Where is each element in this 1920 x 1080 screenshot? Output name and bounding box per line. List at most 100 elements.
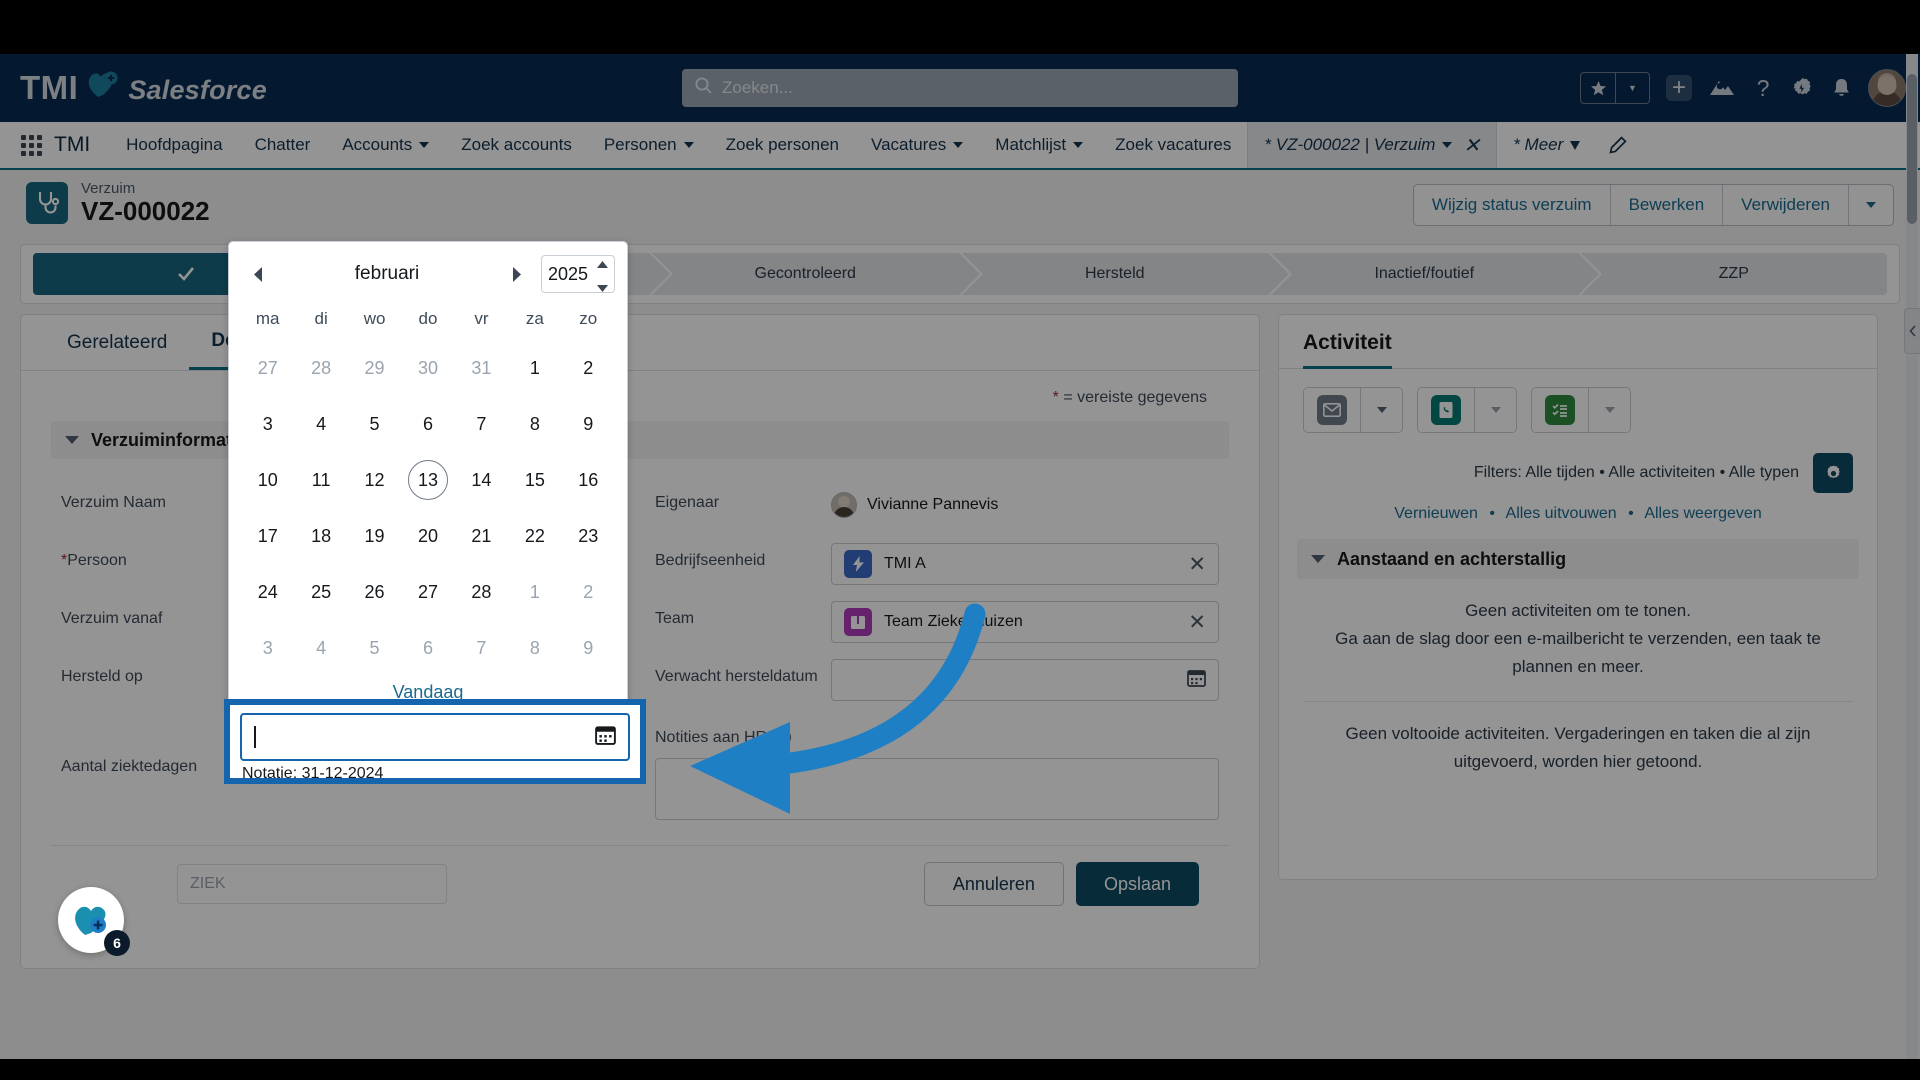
bewerken-button[interactable]: Bewerken [1611,185,1724,225]
datepicker-day[interactable]: 12 [348,452,401,508]
datepicker-day[interactable]: 31 [455,340,508,396]
calendar-icon[interactable] [595,724,616,750]
path-stage-hersteld[interactable]: Hersteld [961,253,1292,295]
year-increment-icon[interactable] [597,252,608,273]
log-call-dropdown-button[interactable] [1474,388,1516,432]
help-icon[interactable]: ? [1752,75,1774,101]
clear-x-icon[interactable]: ✕ [1188,610,1206,635]
datepicker-day[interactable]: 20 [401,508,454,564]
wijzig-status-verzuim-button[interactable]: Wijzig status verzuim [1414,185,1611,225]
datepicker-day[interactable]: 22 [508,508,561,564]
pencil-icon[interactable] [1590,122,1645,168]
datepicker-day[interactable]: 3 [241,396,294,452]
datepicker-day[interactable]: 28 [455,564,508,620]
lookup-bedrijfseenheid[interactable]: TMI A ✕ [831,543,1219,585]
page-scrollbar[interactable] [1906,54,1918,1059]
nav-tab-active-verzuim[interactable]: * VZ-000022 | Verzuim ✕ [1247,122,1498,168]
datepicker-day[interactable]: 10 [241,452,294,508]
textarea-notities-aan-hr[interactable] [655,758,1219,820]
field-value[interactable]: Vivianne Pannevis [867,496,998,514]
datepicker-day[interactable]: 6 [401,396,454,452]
datepicker-day[interactable]: 3 [241,620,294,676]
nav-item-accounts[interactable]: Accounts [326,122,445,168]
datepicker-day[interactable]: 1 [508,340,561,396]
datepicker-day[interactable]: 30 [401,340,454,396]
new-task-dropdown-button[interactable] [1588,388,1630,432]
datepicker-day[interactable]: 11 [294,452,347,508]
verwijderen-button[interactable]: Verwijderen [1723,185,1849,225]
datepicker-day[interactable]: 27 [241,340,294,396]
gear-icon[interactable] [1813,453,1853,493]
datepicker-day[interactable]: 16 [562,452,615,508]
datepicker-day[interactable]: 9 [562,396,615,452]
setup-assistant-icon[interactable] [1708,76,1736,100]
datepicker-day[interactable]: 8 [508,396,561,452]
health-check-fab[interactable]: 6 [58,887,130,956]
datepicker-day[interactable]: 19 [348,508,401,564]
datepicker-day[interactable]: 29 [348,340,401,396]
datepicker-day[interactable]: 28 [294,340,347,396]
previous-month-icon[interactable] [241,257,275,291]
notifications-bell-icon[interactable] [1831,77,1852,100]
nav-tab-more[interactable]: * Meer [1497,122,1590,168]
section-aanstaand-en-achterstallig[interactable]: Aanstaand en achterstallig [1297,539,1859,579]
datepicker-day[interactable]: 8 [508,620,561,676]
nav-item-hoofdpagina[interactable]: Hoofdpagina [110,122,238,168]
global-search-input[interactable]: Zoeken... [682,69,1238,107]
datepicker-day[interactable]: 7 [455,620,508,676]
datepicker-year-select[interactable]: 2025 [541,255,615,293]
scrollbar-thumb[interactable] [1907,74,1917,224]
cancel-button[interactable]: Annuleren [923,862,1064,906]
datepicker-day[interactable]: 2 [562,564,615,620]
record-actions-more-button[interactable] [1849,185,1893,225]
datepicker-day[interactable]: 21 [455,508,508,564]
datepicker-day[interactable]: 18 [294,508,347,564]
nav-item-vacatures[interactable]: Vacatures [855,122,979,168]
link-vernieuwen[interactable]: Vernieuwen [1394,505,1478,522]
datepicker-day[interactable]: 5 [348,620,401,676]
datepicker-day[interactable]: 17 [241,508,294,564]
chevron-down-icon[interactable] [1442,142,1453,148]
favorites-star-icon[interactable] [1581,73,1615,103]
datepicker-day[interactable]: 14 [455,452,508,508]
collapse-panel-toggle[interactable] [1904,308,1920,354]
datepicker-day[interactable]: 1 [508,564,561,620]
datepicker-day[interactable]: 27 [401,564,454,620]
datepicker-day[interactable]: 26 [348,564,401,620]
nav-item-chatter[interactable]: Chatter [239,122,327,168]
close-icon[interactable]: ✕ [1463,133,1480,158]
nav-item-matchlijst[interactable]: Matchlijst [979,122,1099,168]
info-icon[interactable]: i [774,729,792,746]
global-add-icon[interactable]: + [1666,75,1692,101]
datepicker-day[interactable]: 6 [401,620,454,676]
app-launcher-waffle-icon[interactable] [8,122,54,168]
datepicker-day[interactable]: 15 [508,452,561,508]
save-button[interactable]: Opslaan [1075,862,1199,906]
email-dropdown-button[interactable] [1360,388,1402,432]
tab-gerelateerd[interactable]: Gerelateerd [45,315,189,370]
next-month-icon[interactable] [499,257,533,291]
datepicker-day[interactable]: 24 [241,564,294,620]
new-task-button[interactable] [1532,388,1588,432]
link-alles-uitvouwen[interactable]: Alles uitvouwen [1506,505,1617,522]
path-stage-gecontroleerd[interactable]: Gecontroleerd [652,253,982,295]
nav-item-personen[interactable]: Personen [588,122,710,168]
path-stage-zzp[interactable]: ZZP [1580,253,1887,295]
favorites-caret-icon[interactable]: ▼ [1615,73,1649,103]
nav-item-zoek-accounts[interactable]: Zoek accounts [445,122,588,168]
nav-item-zoek-vacatures[interactable]: Zoek vacatures [1099,122,1247,168]
datepicker-day[interactable]: 7 [455,396,508,452]
clear-x-icon[interactable]: ✕ [1188,552,1206,577]
hersteld-op-date-input[interactable] [240,713,630,761]
date-input-verwacht-hersteldatum[interactable] [831,659,1219,701]
ziek-field[interactable]: ZIEK [177,864,447,904]
email-button[interactable] [1304,388,1360,432]
path-stage-inactief-foutief[interactable]: Inactief/foutief [1271,253,1601,295]
datepicker-day[interactable]: 4 [294,620,347,676]
setup-gear-icon[interactable] [1790,76,1815,101]
calendar-icon[interactable] [1187,668,1206,692]
link-alles-weergeven[interactable]: Alles weergeven [1644,505,1761,522]
datepicker-day[interactable]: 5 [348,396,401,452]
log-a-call-button[interactable] [1418,388,1474,432]
nav-item-zoek-personen[interactable]: Zoek personen [710,122,855,168]
